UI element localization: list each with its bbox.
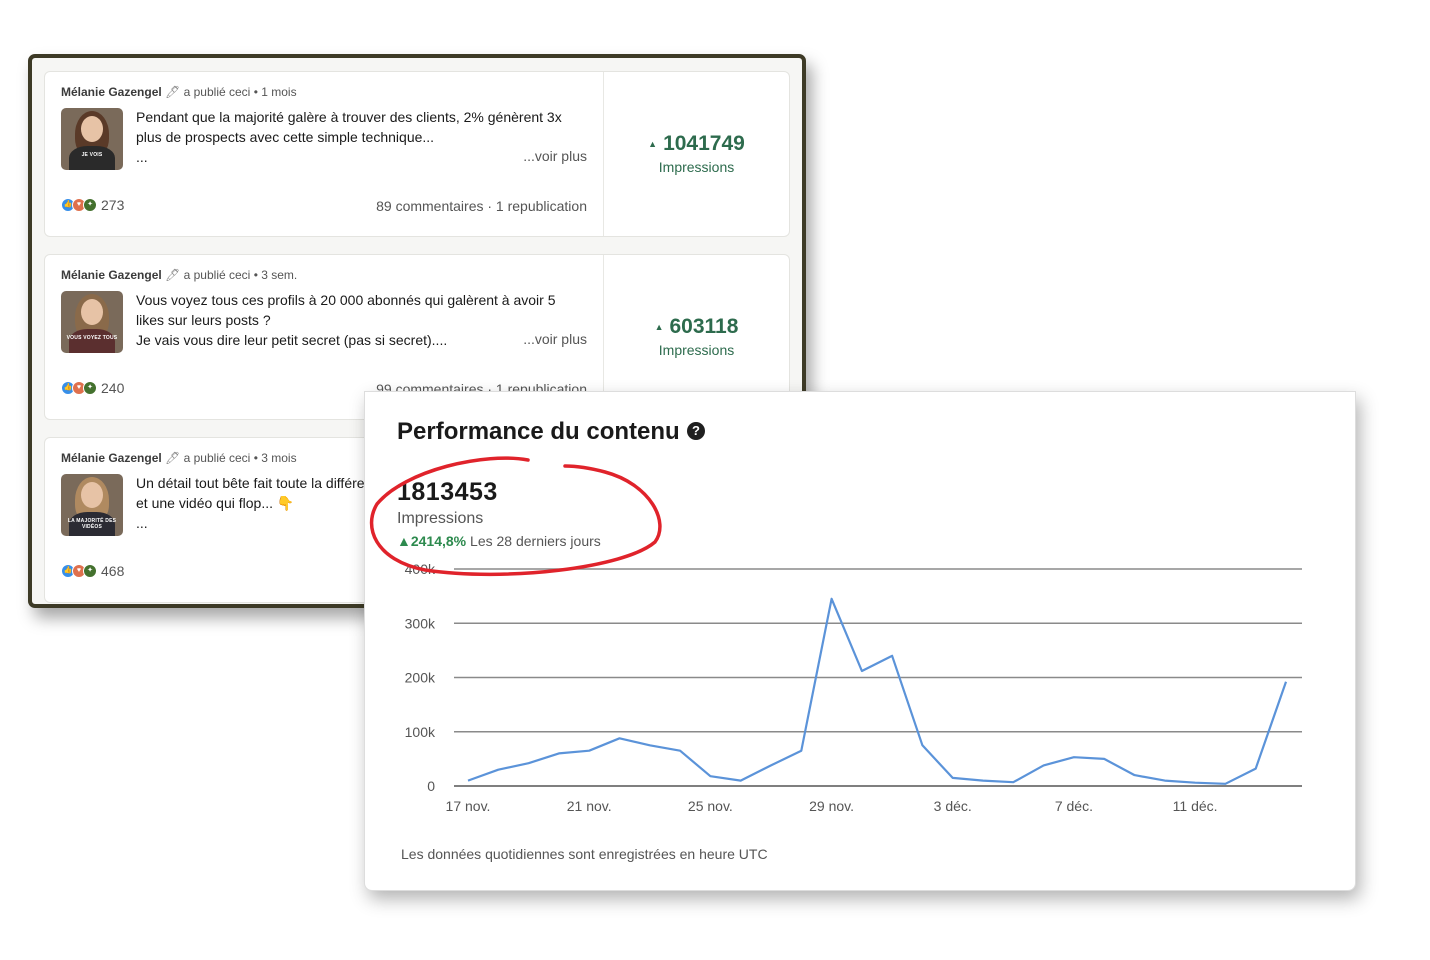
thumbnail-body	[69, 329, 115, 353]
post-thumbnail[interactable]: LA MAJORITÉ DES VIDÉOS	[61, 474, 123, 536]
thumbnail-body	[69, 146, 115, 170]
post-author-line: Mélanie Gazengel 🖊 a publié ceci • 3 sem…	[61, 268, 297, 282]
celebrate-reaction-icon: ✦	[83, 564, 97, 578]
up-triangle-icon: ▲	[648, 139, 658, 149]
impressions-number: 1041749	[663, 132, 745, 155]
post-reactions[interactable]: 👍 ♥ ✦ 240	[61, 380, 124, 396]
chart-footnote: Les données quotidiennes sont enregistré…	[401, 846, 768, 862]
post-age: 3 sem.	[261, 268, 298, 282]
x-tick-label: 25 nov.	[688, 798, 733, 814]
pen-icon: 🖊	[165, 268, 181, 282]
post-text[interactable]: Pendant que la majorité galère à trouver…	[136, 107, 586, 167]
pen-icon: 🖊	[165, 451, 181, 465]
celebrate-reaction-icon: ✦	[83, 381, 97, 395]
thumbnail-face	[81, 482, 103, 508]
impressions-label: Impressions	[658, 342, 735, 358]
post-age: 1 mois	[261, 85, 297, 99]
post-age: 3 mois	[261, 451, 297, 465]
voir-plus-link[interactable]: ...voir plus	[523, 148, 587, 164]
post-text-line: ...	[136, 149, 148, 165]
x-tick-label: 11 déc.	[1173, 798, 1218, 814]
post-text-line: Je vais vous dire leur petit secret (pas…	[136, 332, 448, 348]
impressions-value: ▲ 1041749	[604, 132, 789, 156]
separator-dot: •	[253, 85, 258, 99]
post-card-1[interactable]: Mélanie Gazengel 🖊 a publié ceci • 1 moi…	[44, 71, 790, 237]
post-author[interactable]: Mélanie Gazengel	[61, 85, 162, 99]
reactions-count: 273	[101, 197, 125, 213]
performance-card: Performance du contenu ? 1813453 Impress…	[364, 391, 1356, 891]
post-thumbnail[interactable]: VOUS VOYEZ TOUS	[61, 291, 123, 353]
post-text-line: Pendant que la majorité galère à trouver…	[136, 109, 562, 125]
impressions-number: 603118	[669, 315, 739, 338]
annotation-circle	[369, 456, 662, 577]
x-tick-label: 7 déc.	[1055, 798, 1093, 814]
celebrate-reaction-icon: ✦	[83, 198, 97, 212]
post-content: Mélanie Gazengel 🖊 a publié ceci • 1 moi…	[45, 72, 604, 236]
x-tick-label: 17 nov.	[446, 798, 491, 814]
post-thumbnail[interactable]: JE VOIS	[61, 108, 123, 170]
post-text[interactable]: Vous voyez tous ces profils à 20 000 abo…	[136, 290, 586, 350]
post-comments[interactable]: 89 commentaires · 1 republication	[376, 198, 587, 214]
impressions-line-chart: 0100k200k300k400k17 nov. 21 nov. 25 nov. 29…	[369, 456, 1302, 814]
impressions-value: ▲ 603118	[604, 315, 789, 339]
post-author[interactable]: Mélanie Gazengel	[61, 451, 162, 465]
y-tick-label: 0	[427, 778, 435, 794]
post-author-line: Mélanie Gazengel 🖊 a publié ceci • 3 moi…	[61, 451, 297, 465]
y-tick-label: 300k	[405, 615, 436, 631]
post-reactions[interactable]: 👍 ♥ ✦ 273	[61, 197, 124, 213]
x-tick-label: 29 nov.	[809, 798, 854, 814]
thumbnail-face	[81, 299, 103, 325]
pen-icon: 🖊	[165, 85, 181, 99]
separator-dot: •	[253, 268, 258, 282]
x-tick-label: 21 nov.	[567, 798, 612, 814]
thumbnail-caption: LA MAJORITÉ DES VIDÉOS	[67, 518, 117, 530]
post-action: a publié ceci	[183, 85, 251, 99]
impressions-label: Impressions	[658, 159, 735, 175]
post-text-line: Vous voyez tous ces profils à 20 000 abo…	[136, 292, 556, 308]
post-text-line: plus de prospects avec cette simple tech…	[136, 129, 435, 145]
up-triangle-icon: ▲	[654, 322, 664, 332]
thumbnail-caption: JE VOIS	[81, 152, 103, 158]
post-action: a publié ceci	[183, 268, 251, 282]
y-tick-label: 200k	[405, 670, 436, 686]
x-tick-label: 3 déc.	[934, 798, 972, 814]
reactions-count: 240	[101, 380, 125, 396]
post-text-line: likes sur leurs posts ?	[136, 312, 271, 328]
post-action: a publié ceci	[183, 451, 251, 465]
thumbnail-caption: VOUS VOYEZ TOUS	[66, 335, 118, 341]
post-impressions: ▲ 1041749 Impressions	[604, 72, 789, 236]
post-reactions[interactable]: 👍 ♥ ✦ 468	[61, 563, 124, 579]
separator-dot: •	[253, 451, 258, 465]
voir-plus-link[interactable]: ...voir plus	[523, 331, 587, 347]
y-tick-label: 100k	[405, 724, 436, 740]
post-author-line: Mélanie Gazengel 🖊 a publié ceci • 1 moi…	[61, 85, 297, 99]
impressions-series-line	[467, 597, 1288, 785]
post-author[interactable]: Mélanie Gazengel	[61, 268, 162, 282]
thumbnail-face	[81, 116, 103, 142]
reactions-count: 468	[101, 563, 125, 579]
